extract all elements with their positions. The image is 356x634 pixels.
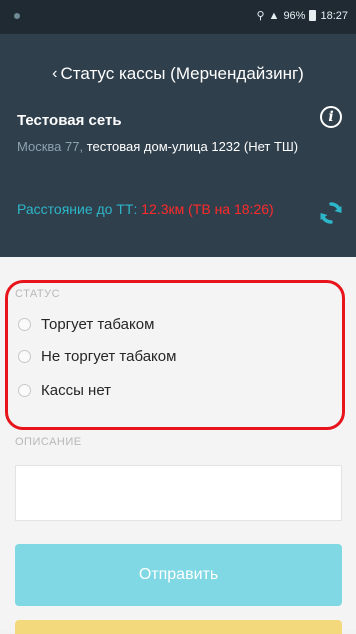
notification-dot-icon <box>14 13 20 19</box>
store-name: Тестовая сеть <box>17 112 122 129</box>
radio-option-sells-tobacco[interactable]: Торгует табаком <box>18 316 154 333</box>
status-icons: ⚲ ▲ 96% 18:27 <box>256 9 348 23</box>
address-city: Москва 77, <box>17 139 84 154</box>
info-icon[interactable]: i <box>320 106 342 128</box>
battery-percent: 96% <box>283 9 306 22</box>
radio-option-no-tobacco[interactable]: Не торгует табаком <box>18 348 176 365</box>
radio-button[interactable] <box>18 318 31 331</box>
content: СТАТУС Торгует табаком Не торгует табако… <box>0 257 356 634</box>
chevron-left-icon: ‹ <box>52 65 58 82</box>
header: ‹ Статус кассы (Мерчендайзинг) Тестовая … <box>0 34 356 257</box>
distance-info: Расстояние до ТТ: 12.3км (ТВ на 18:26) <box>17 200 317 218</box>
radio-button[interactable] <box>18 350 31 363</box>
secondary-button[interactable] <box>15 620 342 634</box>
description-field[interactable] <box>15 465 342 521</box>
status-section-label: СТАТУС <box>15 288 61 300</box>
store-address: Москва 77, тестовая дом-улица 1232 (Нет … <box>17 138 317 155</box>
status-bar: ⚲ ▲ 96% 18:27 <box>0 0 356 34</box>
battery-icon <box>309 10 317 21</box>
title-row: ‹ Статус кассы (Мерчендайзинг) <box>0 60 356 88</box>
address-details: тестовая дом-улица 1232 (Нет ТШ) <box>83 139 299 154</box>
refresh-icon[interactable] <box>318 200 344 226</box>
radio-button[interactable] <box>18 384 31 397</box>
location-icon: ⚲ <box>256 10 265 22</box>
radio-option-no-register[interactable]: Кассы нет <box>18 382 111 399</box>
radio-label: Кассы нет <box>41 382 112 399</box>
signal-icon: ▲ <box>268 9 280 22</box>
distance-value: 12.3км (ТВ на 18:26) <box>141 201 274 217</box>
radio-label: Не торгует табаком <box>41 348 177 365</box>
back-button[interactable]: ‹ Статус кассы (Мерчендайзинг) <box>52 64 304 84</box>
clock: 18:27 <box>320 9 348 22</box>
description-section-label: ОПИСАНИЕ <box>15 436 82 448</box>
send-button[interactable]: Отправить <box>15 544 342 606</box>
radio-label: Торгует табаком <box>41 316 155 333</box>
page-title: Статус кассы (Мерчендайзинг) <box>60 64 304 83</box>
distance-label: Расстояние до ТТ: <box>17 201 142 217</box>
